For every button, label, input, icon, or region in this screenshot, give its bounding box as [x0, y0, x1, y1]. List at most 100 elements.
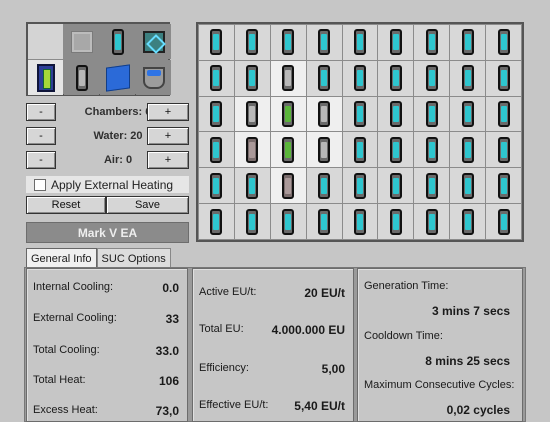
reactor-slot[interactable]: [270, 25, 306, 60]
reactor-slot[interactable]: [234, 25, 270, 60]
reactor-slot[interactable]: [486, 96, 521, 132]
effective-eu-label: Effective EU/t:: [199, 399, 269, 411]
reactor-slot[interactable]: [199, 168, 234, 204]
palette-slot-iron-plate[interactable]: [64, 24, 99, 59]
chambers-decrease-button[interactable]: -: [26, 103, 56, 121]
reactor-slot[interactable]: [199, 96, 234, 132]
palette-slot-uranium-cell[interactable]: [28, 60, 63, 95]
chambers-increase-button[interactable]: +: [147, 103, 189, 121]
total-eu-label: Total EU:: [199, 323, 244, 335]
reactor-slot[interactable]: [306, 25, 342, 60]
air-increase-button[interactable]: +: [147, 151, 189, 169]
reactor-slot[interactable]: [450, 168, 486, 204]
reactor-slot[interactable]: [270, 132, 306, 168]
tab-suc-options[interactable]: SUC Options: [96, 248, 171, 268]
depleted-rod-icon: [318, 101, 331, 128]
fuel-rod-icon: [389, 65, 402, 92]
fuel-rod-icon: [497, 208, 510, 235]
excess-heat-label: Excess Heat:: [33, 404, 98, 416]
reactor-slot[interactable]: [486, 204, 521, 239]
fuel-rod-icon: [318, 172, 331, 199]
reactor-slot[interactable]: [234, 168, 270, 204]
reactor-slot[interactable]: [414, 60, 450, 96]
palette-slot-reactor-chamber[interactable]: [136, 24, 171, 59]
reactor-slot[interactable]: [414, 204, 450, 239]
cooldown-time-value: 8 mins 25 secs: [425, 354, 510, 368]
reactor-slot[interactable]: [306, 96, 342, 132]
reactor-slot[interactable]: [199, 25, 234, 60]
save-button[interactable]: Save: [106, 196, 189, 214]
reactor-slot[interactable]: [486, 60, 521, 96]
reactor-slot[interactable]: [378, 168, 414, 204]
air-decrease-button[interactable]: -: [26, 151, 56, 169]
reactor-slot[interactable]: [414, 168, 450, 204]
palette-slot-water-block[interactable]: [100, 60, 135, 95]
total-eu-row: Total EU: 4.000.000 EU: [199, 323, 345, 337]
reactor-slot[interactable]: [486, 25, 521, 60]
reactor-slot[interactable]: [342, 168, 378, 204]
reactor-slot[interactable]: [270, 168, 306, 204]
tab-general-info[interactable]: General Info: [26, 248, 97, 269]
fuel-rod-icon: [425, 29, 438, 56]
reactor-slot[interactable]: [414, 96, 450, 132]
external-heating-checkbox[interactable]: [34, 178, 46, 191]
reactor-slot[interactable]: [306, 168, 342, 204]
reactor-slot[interactable]: [342, 60, 378, 96]
effective-eu-row: Effective EU/t: 5,40 EU/t: [199, 399, 345, 413]
reactor-slot[interactable]: [270, 204, 306, 239]
reset-button[interactable]: Reset: [26, 196, 106, 214]
reactor-slot[interactable]: [450, 204, 486, 239]
water-bucket-icon: [142, 66, 165, 89]
reactor-slot[interactable]: [270, 96, 306, 132]
reactor-slot[interactable]: [486, 132, 521, 168]
reactor-slot[interactable]: [234, 204, 270, 239]
reactor-slot[interactable]: [342, 25, 378, 60]
reactor-slot[interactable]: [414, 132, 450, 168]
reactor-slot[interactable]: [234, 132, 270, 168]
reactor-slot[interactable]: [234, 60, 270, 96]
fuel-rod-icon: [461, 65, 474, 92]
excess-heat-value: 73,0: [155, 404, 179, 418]
timing-panel: Generation Time: 3 mins 7 secs Cooldown …: [357, 268, 523, 422]
reactor-slot[interactable]: [378, 132, 414, 168]
reactor-slot[interactable]: [378, 96, 414, 132]
external-heating-toggle[interactable]: Apply External Heating: [26, 176, 189, 193]
reactor-slot[interactable]: [234, 96, 270, 132]
reactor-slot[interactable]: [306, 60, 342, 96]
water-increase-button[interactable]: +: [147, 127, 189, 145]
palette-slot-empty[interactable]: [28, 24, 63, 59]
fuel-rod-icon: [497, 136, 510, 163]
reactor-slot[interactable]: [450, 96, 486, 132]
reactor-slot[interactable]: [342, 204, 378, 239]
palette-slot-fuel-rod[interactable]: [100, 24, 135, 59]
depleted-rod-icon: [282, 172, 295, 199]
palette-slot-water-bucket[interactable]: [136, 60, 171, 95]
reactor-slot[interactable]: [199, 204, 234, 239]
reactor-slot[interactable]: [414, 25, 450, 60]
fuel-rod-icon: [461, 29, 474, 56]
reactor-slot[interactable]: [342, 132, 378, 168]
fuel-rod-icon: [389, 29, 402, 56]
fuel-rod-icon: [210, 101, 223, 128]
fuel-rod-icon: [282, 29, 295, 56]
reactor-slot[interactable]: [450, 132, 486, 168]
reactor-slot[interactable]: [199, 60, 234, 96]
fuel-rod-icon: [497, 29, 510, 56]
water-decrease-button[interactable]: -: [26, 127, 56, 145]
reactor-slot[interactable]: [378, 25, 414, 60]
reactor-slot[interactable]: [378, 204, 414, 239]
reactor-slot[interactable]: [270, 60, 306, 96]
reactor-slot[interactable]: [486, 168, 521, 204]
reactor-slot[interactable]: [378, 60, 414, 96]
uranium-cell-icon: [282, 101, 295, 128]
chambers-row: - Chambers: 6 +: [26, 103, 189, 121]
palette-slot-depleted-rod[interactable]: [64, 60, 99, 95]
reactor-slot[interactable]: [450, 25, 486, 60]
reactor-name[interactable]: Mark V EA: [26, 222, 189, 243]
reactor-slot[interactable]: [450, 60, 486, 96]
reactor-slot[interactable]: [306, 204, 342, 239]
reactor-slot[interactable]: [342, 96, 378, 132]
total-cooling-row: Total Cooling: 33.0: [33, 344, 179, 358]
reactor-slot[interactable]: [306, 132, 342, 168]
reactor-slot[interactable]: [199, 132, 234, 168]
